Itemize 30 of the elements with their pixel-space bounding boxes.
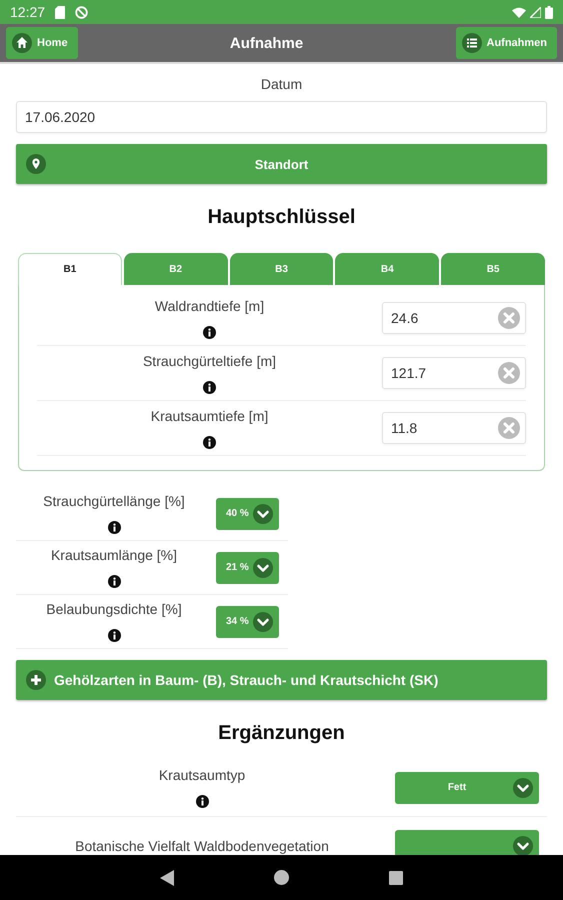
- tab[interactable]: B3: [230, 253, 334, 285]
- section-heading: Hauptschlüssel: [206, 206, 356, 229]
- clock-time: 12:27: [10, 4, 46, 20]
- field-label: Krautsaumtyp: [158, 767, 246, 783]
- tab[interactable]: B4: [335, 253, 440, 285]
- percent-dropdown[interactable]: 21 %: [216, 552, 279, 584]
- percent-dropdown[interactable]: 34 %: [216, 606, 279, 638]
- field-label: Krautsaumlänge [%]: [50, 547, 178, 563]
- field-label: Belaubungsdichte [%]: [46, 601, 182, 617]
- date-label: Datum: [260, 76, 304, 92]
- field-label: Botanische Vielfalt Waldbodenvegetation: [75, 838, 329, 854]
- select-dropdown[interactable]: Fett: [395, 772, 539, 804]
- number-field[interactable]: 24.6: [382, 302, 526, 334]
- tab[interactable]: B1: [18, 253, 122, 285]
- location-button[interactable]: Standort: [16, 144, 547, 184]
- records-button[interactable]: Aufnahmen: [456, 27, 557, 59]
- number-field[interactable]: 11.8: [382, 412, 526, 444]
- field-label: Strauchgürteltiefe [m]: [142, 352, 276, 368]
- tab[interactable]: B2: [124, 253, 228, 285]
- tab[interactable]: B5: [441, 253, 545, 285]
- section-heading: Ergänzungen: [217, 722, 346, 745]
- date-field[interactable]: 17.06.2020: [16, 101, 547, 133]
- screen-title: Aufnahme: [228, 34, 304, 52]
- number-field[interactable]: 121.7: [382, 357, 526, 389]
- home-button[interactable]: Home: [6, 27, 78, 59]
- percent-dropdown[interactable]: 40 %: [216, 498, 279, 530]
- field-label: Waldrandtiefe [m]: [154, 298, 264, 314]
- expand-section-bar[interactable]: Gehölzarten in Baum- (B), Strauch- und Krautschicht (SK): [16, 660, 547, 700]
- field-label: Krautsaumtiefe [m]: [150, 408, 268, 424]
- field-label: Strauchgürtellänge [%]: [43, 493, 185, 509]
